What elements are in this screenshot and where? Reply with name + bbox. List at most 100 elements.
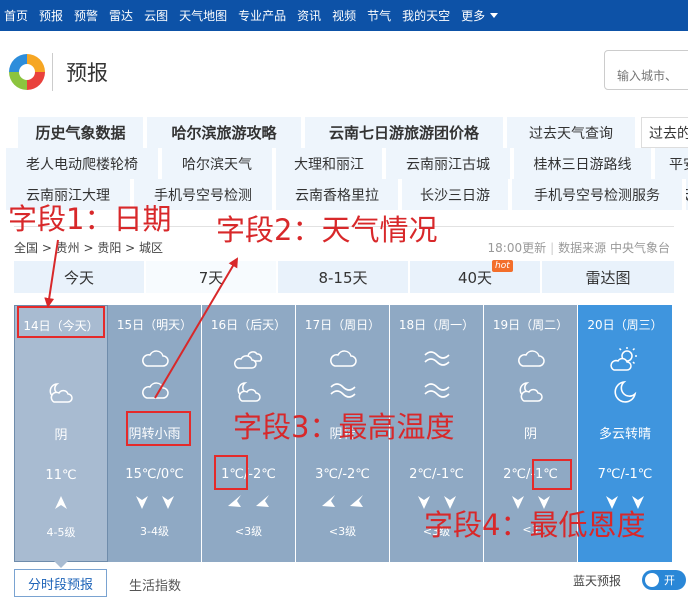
- link-stair-wheelchair[interactable]: 老人电动爬楼轮椅: [6, 148, 160, 179]
- day-date: 15日（明天）: [116, 318, 193, 332]
- up-arrow-icon: [55, 496, 67, 509]
- wind-level: 4-5级: [46, 526, 76, 539]
- nav-item-solar-terms[interactable]: 节气: [367, 7, 391, 24]
- annotation-field-2: 字段2：天气情况: [216, 213, 438, 247]
- wind-level: <3级: [234, 525, 263, 538]
- highlight-date-box: [17, 306, 105, 338]
- left-arrow-icon: [321, 495, 335, 507]
- link-pingan[interactable]: 平安: [655, 148, 688, 179]
- link-changsha-tour[interactable]: 长沙三日游: [402, 179, 510, 210]
- cloud-moon-icon: [15, 380, 107, 406]
- hot-badge: hot: [492, 260, 513, 272]
- nav-item-news[interactable]: 资讯: [297, 7, 321, 24]
- toggle-state: 开: [664, 574, 675, 587]
- link-row-1: 历史气象数据 哈尔滨旅游攻略 云南七日游旅游团价格 过去天气查询 过去的: [0, 117, 688, 148]
- link-past-more[interactable]: 过去的: [641, 117, 688, 148]
- page-title: 预报: [66, 61, 108, 85]
- link-phone-check-service[interactable]: 手机号空号检测服务: [512, 179, 684, 210]
- blue-sky-toggle[interactable]: 开: [642, 570, 686, 590]
- nav-item-my-sky[interactable]: 我的天空: [402, 7, 450, 24]
- link-history-weather[interactable]: 历史气象数据: [18, 117, 145, 148]
- nav-item-weather-map[interactable]: 天气地图: [179, 7, 227, 24]
- link-harbin-weather[interactable]: 哈尔滨天气: [162, 148, 274, 179]
- city-search-input[interactable]: [604, 50, 688, 90]
- left-arrow-icon: [227, 495, 241, 507]
- breadcrumb[interactable]: 全国 > 贵州 > 贵阳 > 城区: [14, 239, 163, 256]
- down-arrow-icon: [511, 496, 524, 509]
- nav-more-menu[interactable]: 更多: [461, 7, 499, 24]
- tab-life-index[interactable]: 生活指数: [129, 575, 181, 594]
- cloud-moon-icon: [484, 379, 577, 405]
- sub-tabs: 分时段预报 生活指数 蓝天预报 开: [14, 567, 686, 599]
- link-guilin-route[interactable]: 桂林三日游路线: [514, 148, 653, 179]
- blue-sky-label: 蓝天预报: [573, 574, 622, 588]
- day-date: 16日（后天）: [210, 318, 287, 332]
- day-condition: 阴: [54, 428, 68, 443]
- tab-40days-label: 40天: [457, 268, 493, 287]
- down-arrow-icon: [537, 496, 550, 509]
- tab-radar[interactable]: 雷达图: [542, 261, 674, 293]
- cloud-icon: [296, 347, 389, 373]
- cloud-icon: [108, 347, 201, 373]
- nav-item-cloud-map[interactable]: 云图: [144, 7, 168, 24]
- annotation-field-3: 字段3：最高温度: [233, 410, 455, 444]
- nav-item-video[interactable]: 视频: [332, 7, 356, 24]
- link-dali-lijiang[interactable]: 大理和丽江: [276, 148, 384, 179]
- day-temperature: 11℃: [45, 468, 77, 483]
- tab-today[interactable]: 今天: [14, 261, 146, 293]
- day-temperature: 15℃/0℃: [125, 467, 184, 482]
- link-harbin-guide[interactable]: 哈尔滨旅游攻略: [147, 117, 303, 148]
- nav-item-pro-products[interactable]: 专业产品: [238, 7, 286, 24]
- nav-item-radar[interactable]: 雷达: [109, 7, 133, 24]
- tab-7days[interactable]: 7天: [146, 261, 278, 293]
- down-arrow-icon: [632, 496, 644, 509]
- fog-icon: [296, 379, 389, 405]
- nav-item-home[interactable]: 首页: [4, 7, 28, 24]
- down-arrow-icon: [135, 496, 148, 509]
- moon-icon: [578, 379, 672, 405]
- sun-cloud-icon: [578, 347, 672, 373]
- day-temperature: 7℃/-1℃: [597, 467, 653, 482]
- tab-40days[interactable]: 40天 hot: [410, 260, 542, 293]
- link-lijiang-old-town[interactable]: 云南丽江古城: [386, 148, 512, 179]
- link-past-weather[interactable]: 过去天气查询: [507, 117, 637, 148]
- nav-item-warning[interactable]: 预警: [74, 7, 98, 24]
- day-card[interactable]: 14日（今天） 阴 11℃ 4-5级: [14, 305, 108, 568]
- update-info: 18:00更新 | 数据来源 中央气象台: [487, 241, 670, 255]
- nav-item-forecast[interactable]: 预报: [39, 7, 63, 24]
- cloud-icon: [484, 347, 577, 373]
- cloud-moon-icon: [202, 379, 295, 405]
- tab-hourly-forecast[interactable]: 分时段预报: [14, 569, 107, 597]
- day-temperature: 3℃/-2℃: [315, 467, 370, 482]
- site-logo[interactable]: [5, 50, 49, 94]
- link-row-2: 老人电动爬楼轮椅 哈尔滨天气 大理和丽江 云南丽江古城 桂林三日游路线 平安: [0, 148, 688, 179]
- left-arrow-icon: [255, 495, 269, 507]
- chevron-down-icon: [490, 13, 499, 18]
- link-shangri-la[interactable]: 云南香格里拉: [276, 179, 400, 210]
- day-date: 19日（周二）: [492, 318, 569, 332]
- day-condition: 多云转晴: [598, 427, 651, 442]
- down-arrow-icon: [161, 496, 174, 509]
- annotation-field-4: 字段4：最低恩度: [424, 508, 646, 542]
- fog-icon: [390, 347, 483, 373]
- fog-icon: [390, 379, 483, 405]
- forecast-tabs: 今天 7天 8-15天 40天 hot 雷达图: [14, 260, 674, 293]
- update-time: 18:00更新: [487, 241, 547, 255]
- wind-level: 3-4级: [140, 525, 169, 538]
- down-arrow-icon: [443, 496, 456, 509]
- left-arrow-icon: [349, 495, 363, 507]
- partly-cloudy-icon: [202, 347, 295, 373]
- day-temperature: 2℃/-1℃: [409, 467, 464, 482]
- data-source: 数据来源 中央气象台: [558, 241, 670, 255]
- highlight-low-temp-box: [532, 459, 572, 490]
- tab-8-15days[interactable]: 8-15天: [278, 261, 410, 293]
- wind-level: <3级: [328, 525, 357, 538]
- day-condition: 阴: [523, 427, 537, 442]
- logo-divider: [52, 53, 53, 91]
- link-yunnan-tour-price[interactable]: 云南七日游旅游团价格: [305, 117, 505, 148]
- cloud-icon: [108, 379, 201, 405]
- down-arrow-icon: [417, 496, 430, 509]
- top-nav-bar: 首页 预报 预警 雷达 云图 天气地图 专业产品 资讯 视频 节气 我的天空 更…: [0, 0, 688, 31]
- highlight-high-temp-box: [214, 455, 248, 490]
- day-date: 17日（周日）: [304, 318, 381, 332]
